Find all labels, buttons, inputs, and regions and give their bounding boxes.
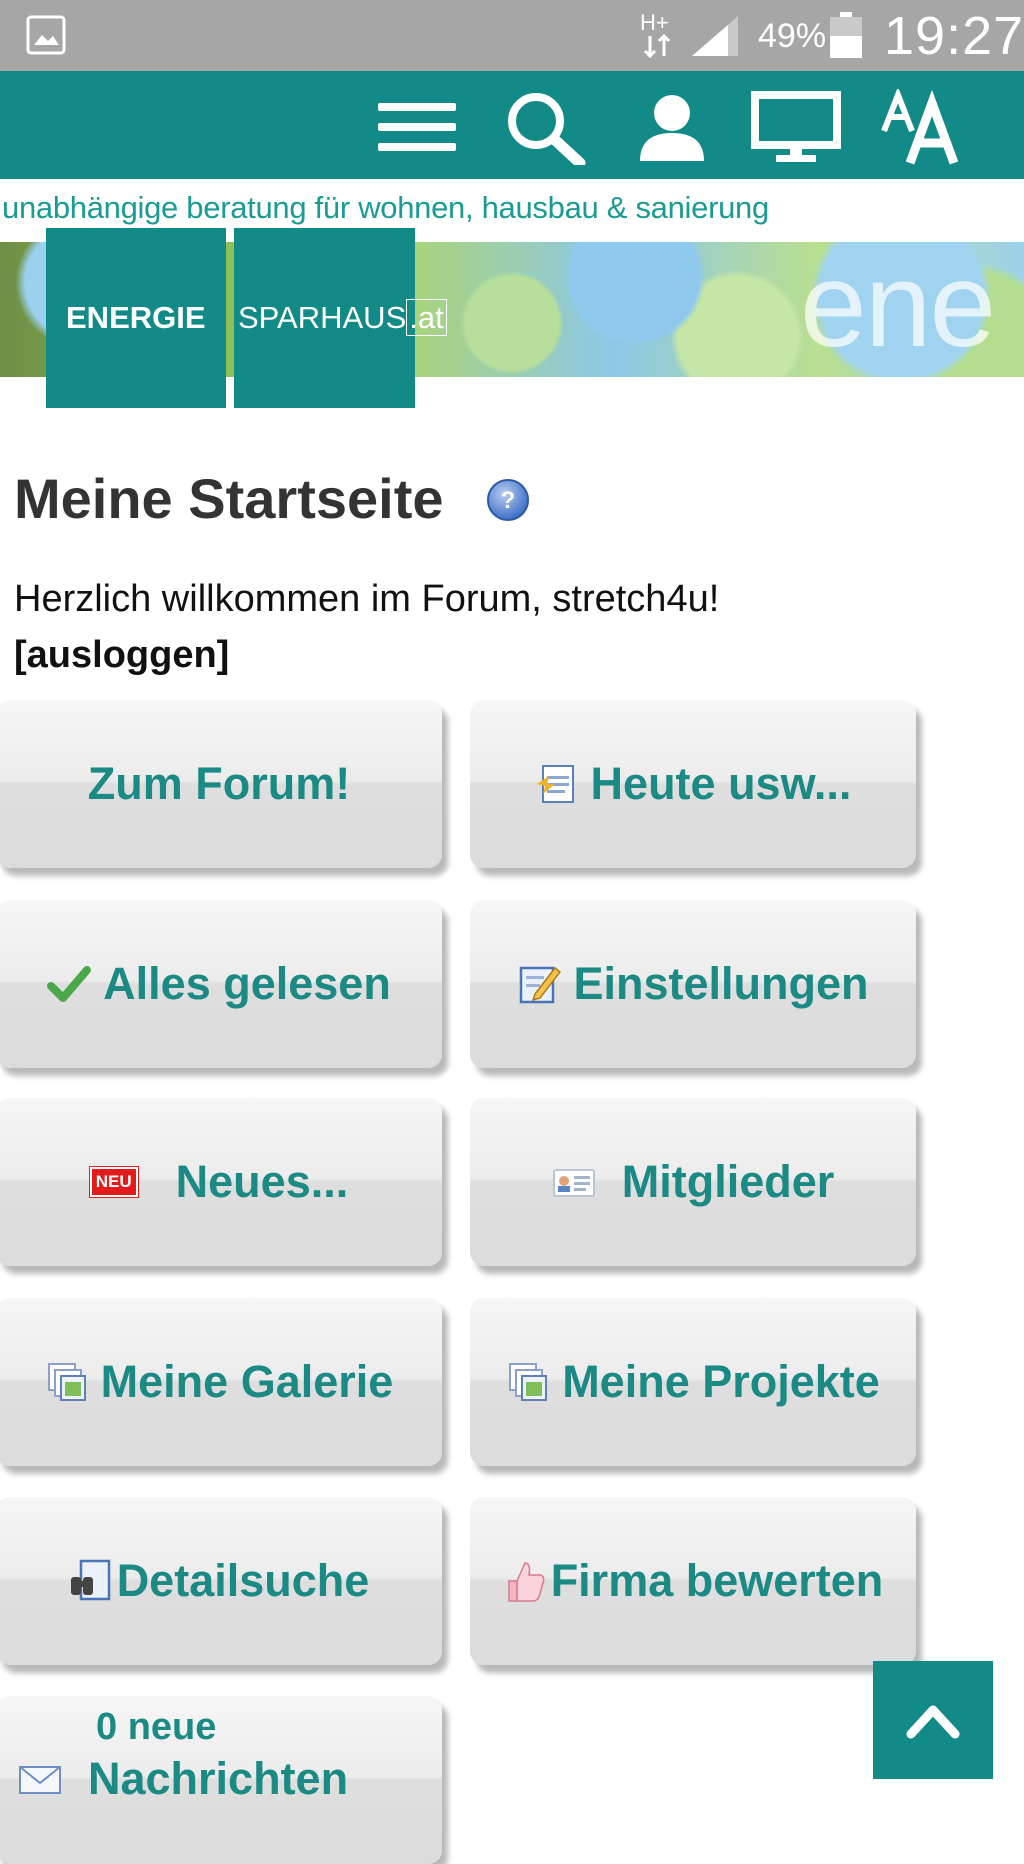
messages-row: Nachrichten bbox=[18, 1753, 348, 1805]
members-button-label: Mitglieder bbox=[621, 1156, 835, 1207]
settings-button[interactable]: Einstellungen bbox=[470, 900, 916, 1068]
my-projects-button[interactable]: Meine Projekte bbox=[470, 1298, 916, 1466]
thumbs-up-icon bbox=[507, 1562, 545, 1602]
help-icon[interactable]: ? bbox=[486, 478, 530, 522]
site-tagline: unabhängige beratung für wohnen, hausbau… bbox=[2, 190, 769, 225]
gallery-icon bbox=[47, 1363, 86, 1401]
messages-button-label: Nachrichten bbox=[88, 1753, 349, 1804]
font-size-icon[interactable] bbox=[880, 89, 974, 165]
menu-icon[interactable] bbox=[376, 89, 458, 165]
new-badge-icon: NEU bbox=[88, 1166, 139, 1198]
today-icon bbox=[536, 765, 574, 803]
forum-button[interactable]: Zum Forum! bbox=[0, 700, 442, 868]
news-button-label: Neues... bbox=[175, 1156, 349, 1207]
battery-icon bbox=[830, 12, 862, 58]
my-gallery-button[interactable]: Meine Galerie bbox=[0, 1298, 442, 1466]
binoculars-icon bbox=[70, 1559, 110, 1601]
scroll-to-top-button[interactable] bbox=[873, 1661, 993, 1779]
svg-text:H+: H+ bbox=[640, 10, 669, 35]
welcome-message: Herzlich willkommen im Forum, stretch4u! bbox=[14, 578, 720, 620]
battery-percent: 49% bbox=[758, 17, 827, 55]
edit-settings-icon bbox=[520, 966, 562, 1004]
search-icon[interactable] bbox=[500, 89, 592, 165]
user-icon[interactable] bbox=[636, 89, 708, 165]
network-type-icon: H+ bbox=[640, 10, 671, 59]
logo-tld: .at bbox=[406, 299, 447, 336]
settings-button-label: Einstellungen bbox=[573, 958, 869, 1009]
new-messages-count: 0 neue bbox=[96, 1706, 217, 1748]
my-projects-button-label: Meine Projekte bbox=[562, 1356, 880, 1407]
today-button[interactable]: Heute usw... bbox=[470, 700, 916, 868]
site-logo[interactable]: ENERGIE SPARHAUS.at bbox=[46, 228, 447, 408]
projects-icon bbox=[509, 1363, 548, 1401]
members-button[interactable]: Mitglieder bbox=[470, 1098, 916, 1266]
member-card-icon bbox=[552, 1169, 595, 1197]
forum-button-label: Zum Forum! bbox=[87, 758, 351, 809]
signal-strength-icon bbox=[692, 16, 738, 56]
banner-watermark: ene bbox=[800, 242, 996, 372]
clock: 19:27 bbox=[884, 6, 1024, 66]
chevron-up-icon bbox=[906, 1705, 960, 1739]
page-title: Meine Startseite bbox=[14, 467, 444, 530]
mark-all-read-button-label: Alles gelesen bbox=[103, 958, 391, 1009]
desktop-icon[interactable] bbox=[750, 89, 842, 165]
svg-text:?: ? bbox=[501, 487, 516, 514]
today-button-label: Heute usw... bbox=[590, 758, 852, 809]
checkmark-icon bbox=[47, 966, 92, 1002]
status-bar: H+ 49% 19:27 bbox=[0, 0, 1024, 71]
mark-all-read-button[interactable]: Alles gelesen bbox=[0, 900, 442, 1068]
news-button[interactable]: NEU Neues... bbox=[0, 1098, 442, 1266]
messages-button[interactable]: 0 neue Nachrichten bbox=[0, 1696, 442, 1864]
envelope-icon bbox=[19, 1766, 61, 1794]
detail-search-button-label: Detailsuche bbox=[116, 1555, 370, 1606]
detail-search-button[interactable]: Detailsuche bbox=[0, 1497, 442, 1665]
my-gallery-button-label: Meine Galerie bbox=[100, 1356, 394, 1407]
logout-link[interactable]: [ausloggen] bbox=[14, 634, 229, 677]
gallery-notification-icon bbox=[26, 15, 66, 55]
rate-company-button[interactable]: Firma bewerten bbox=[470, 1497, 916, 1665]
logo-text-energie: ENERGIE bbox=[66, 300, 206, 335]
logo-text-sparhaus: SPARHAUS.at bbox=[238, 299, 447, 336]
rate-company-button-label: Firma bewerten bbox=[550, 1555, 884, 1606]
top-navigation-bar bbox=[0, 71, 1024, 179]
